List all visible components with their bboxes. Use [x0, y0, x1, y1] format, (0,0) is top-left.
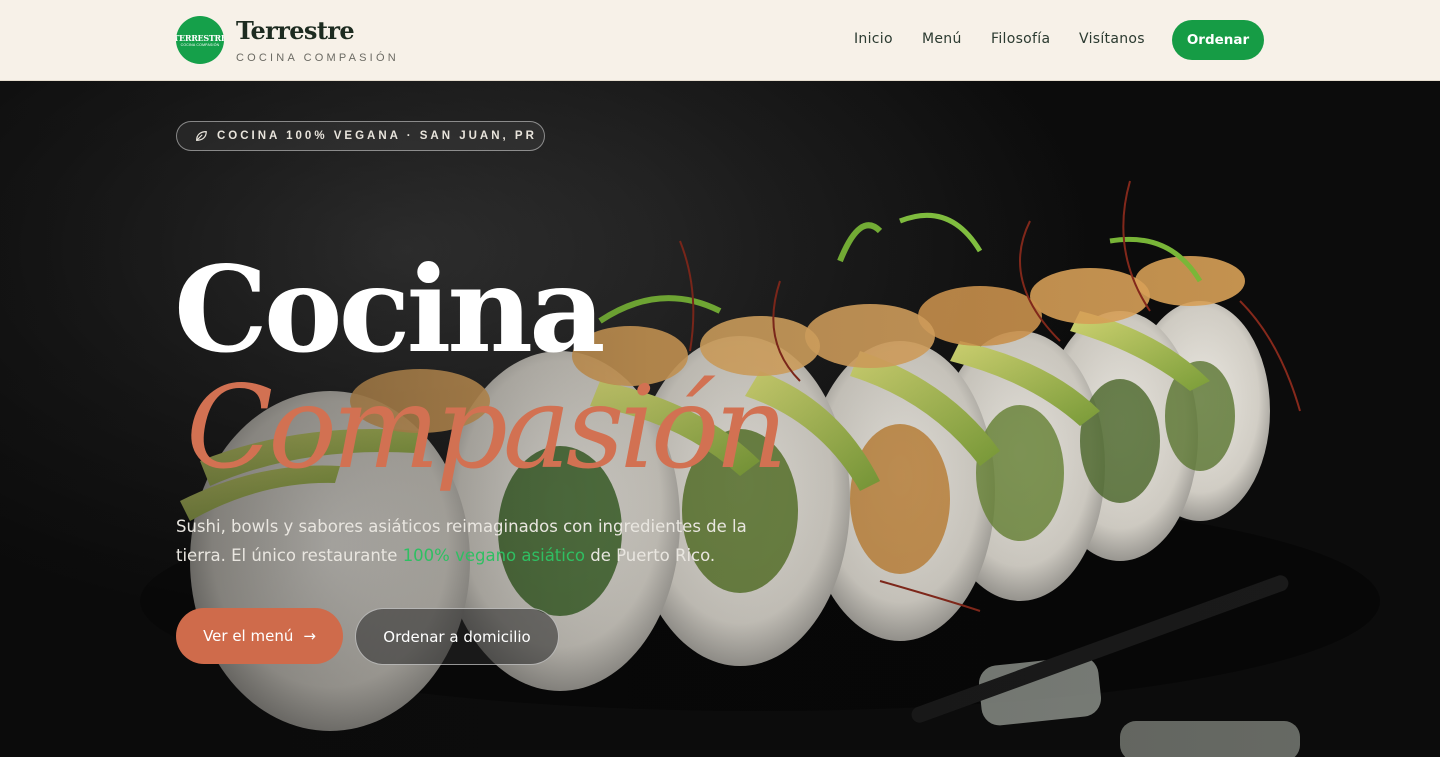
view-menu-button[interactable]: Ver el menú →	[176, 608, 343, 664]
nav-filosofia[interactable]: Filosofía	[991, 31, 1050, 47]
brand-tagline: COCINA COMPASIÓN	[236, 52, 399, 64]
hero-description-highlight: 100% vegano asiático	[402, 546, 586, 565]
order-delivery-button[interactable]: Ordenar a domicilio	[355, 608, 559, 665]
logo-subtitle: COCINA COMPASIÓN	[180, 42, 220, 47]
cuisine-badge: COCINA 100% VEGANA · SAN JUAN, PR	[176, 121, 545, 151]
site-header: TERRESTRE COCINA COMPASIÓN Terrestre COC…	[0, 0, 1440, 81]
view-menu-label: Ver el menú	[203, 627, 294, 645]
hero-description-end: de Puerto Rico.	[585, 546, 716, 565]
nav-inicio[interactable]: Inicio	[854, 31, 893, 47]
cuisine-badge-text: COCINA 100% VEGANA · SAN JUAN, PR	[217, 130, 537, 142]
brand-logo[interactable]: TERRESTRE COCINA COMPASIÓN	[176, 16, 224, 64]
leaf-icon	[196, 131, 207, 141]
hero-description: Sushi, bowls y sabores asiáticos reimagi…	[176, 512, 776, 570]
hero-title-line2: Compasión	[186, 361, 788, 494]
hero-section: COCINA 100% VEGANA · SAN JUAN, PR Cocina…	[0, 81, 1440, 757]
order-button[interactable]: Ordenar	[1172, 20, 1264, 60]
nav-visitanos[interactable]: Visítanos	[1079, 31, 1145, 47]
nav-menu[interactable]: Menú	[922, 31, 962, 47]
brand-name[interactable]: Terrestre	[236, 16, 355, 45]
logo-title: TERRESTRE	[176, 32, 224, 43]
arrow-right-icon: →	[303, 627, 316, 645]
hero-title-line1: Cocina	[174, 240, 606, 379]
